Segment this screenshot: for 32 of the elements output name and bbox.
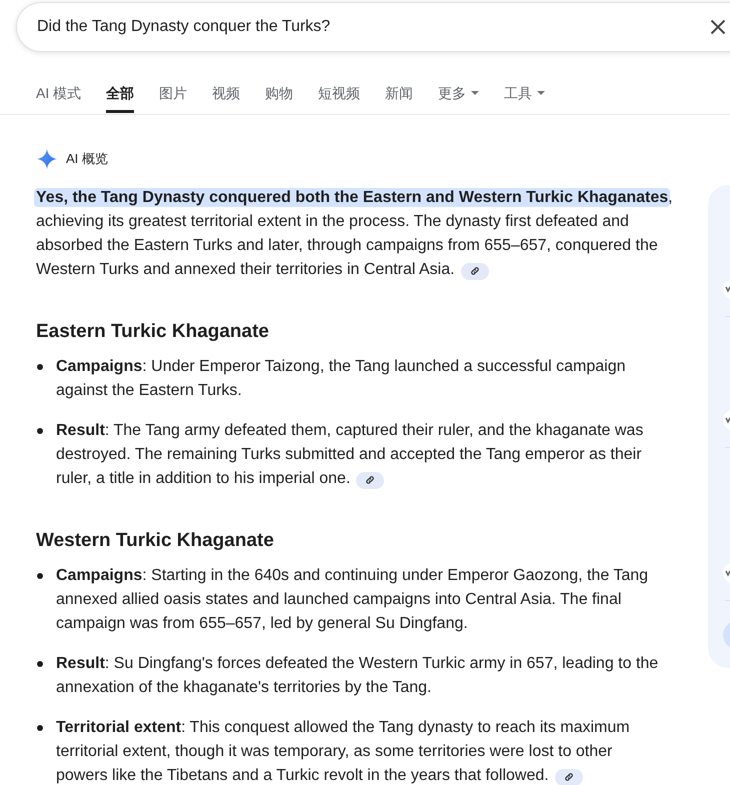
tab[interactable]: 短视频 — [318, 83, 360, 113]
bullet-icon — [37, 725, 43, 731]
tab[interactable]: 新闻 — [385, 83, 414, 113]
tab[interactable]: 图片 — [159, 83, 188, 113]
sparkle-icon — [36, 148, 58, 170]
citation-button[interactable] — [554, 768, 583, 785]
citation-button[interactable] — [460, 262, 489, 280]
link-icon — [564, 772, 574, 782]
tab[interactable]: 更多 — [438, 83, 480, 113]
tab[interactable]: AI 模式 — [36, 83, 82, 113]
link-icon — [365, 475, 376, 485]
summary-text: Yes, the Tang Dynasty conquered both the Eastern and Western Turkic Khaganates, achieving its greatest territorial extent in the process. The dynasty first defeated and absorbed the Eastern Turks and later, through campaigns from 655–657, conquered the Western Turks and annexed their territories in Central Asia. — [36, 187, 674, 282]
bullet-icon — [37, 573, 43, 579]
citation-button[interactable] — [356, 472, 384, 488]
link-icon — [470, 266, 480, 276]
bullet-text: Result: The Tang army defeated them, captured their ruler, and the khaganate was destroyed. The remaining Turks submitted and accepted the Tang emperor as their ruler, a title in addition to his imperial one. — [56, 421, 644, 490]
bullet-text: Campaigns: Starting in the 640s and continuing under Emperor Gaozong, the Tang annexed allied oasis states and launched campaigns into Central Asia. The final campaign was from 655–657, led by general Su Dingfang. — [56, 566, 650, 634]
section-label: AI 概览 — [66, 151, 108, 167]
bullet-text: Result: Su Dingfang's forces defeated the Western Turkic army in 657, leading to the annexation of the khaganate's territories by the Tang. — [56, 654, 660, 698]
bullet-icon — [37, 364, 43, 370]
bullet-text: Campaigns: Under Emperor Taizong, the Tang launched a successful campaign against the Eastern Turks. — [56, 357, 626, 401]
bullet-text: Territorial extent: This conquest allowed the Tang dynasty to reach its maximum territorial extent, though it was temporary, as some territories were lost to other powers like the Tibetans and a Turkic revolt in the years that followed. — [56, 718, 631, 785]
section-heading: Eastern Turkic Khaganate — [36, 320, 270, 344]
tab[interactable]: 工具 — [504, 83, 546, 113]
tab[interactable]: 全部 — [106, 83, 134, 113]
bullet-icon — [37, 428, 43, 434]
close-icon — [710, 19, 726, 35]
search-field[interactable]: Did the Tang Dynasty conquer the Turks? — [16, 2, 730, 52]
section-heading: Western Turkic Khaganate — [36, 529, 275, 553]
tab[interactable]: 视频 — [212, 83, 240, 113]
bullet-icon — [37, 661, 43, 667]
tab[interactable]: 购物 — [265, 83, 294, 113]
